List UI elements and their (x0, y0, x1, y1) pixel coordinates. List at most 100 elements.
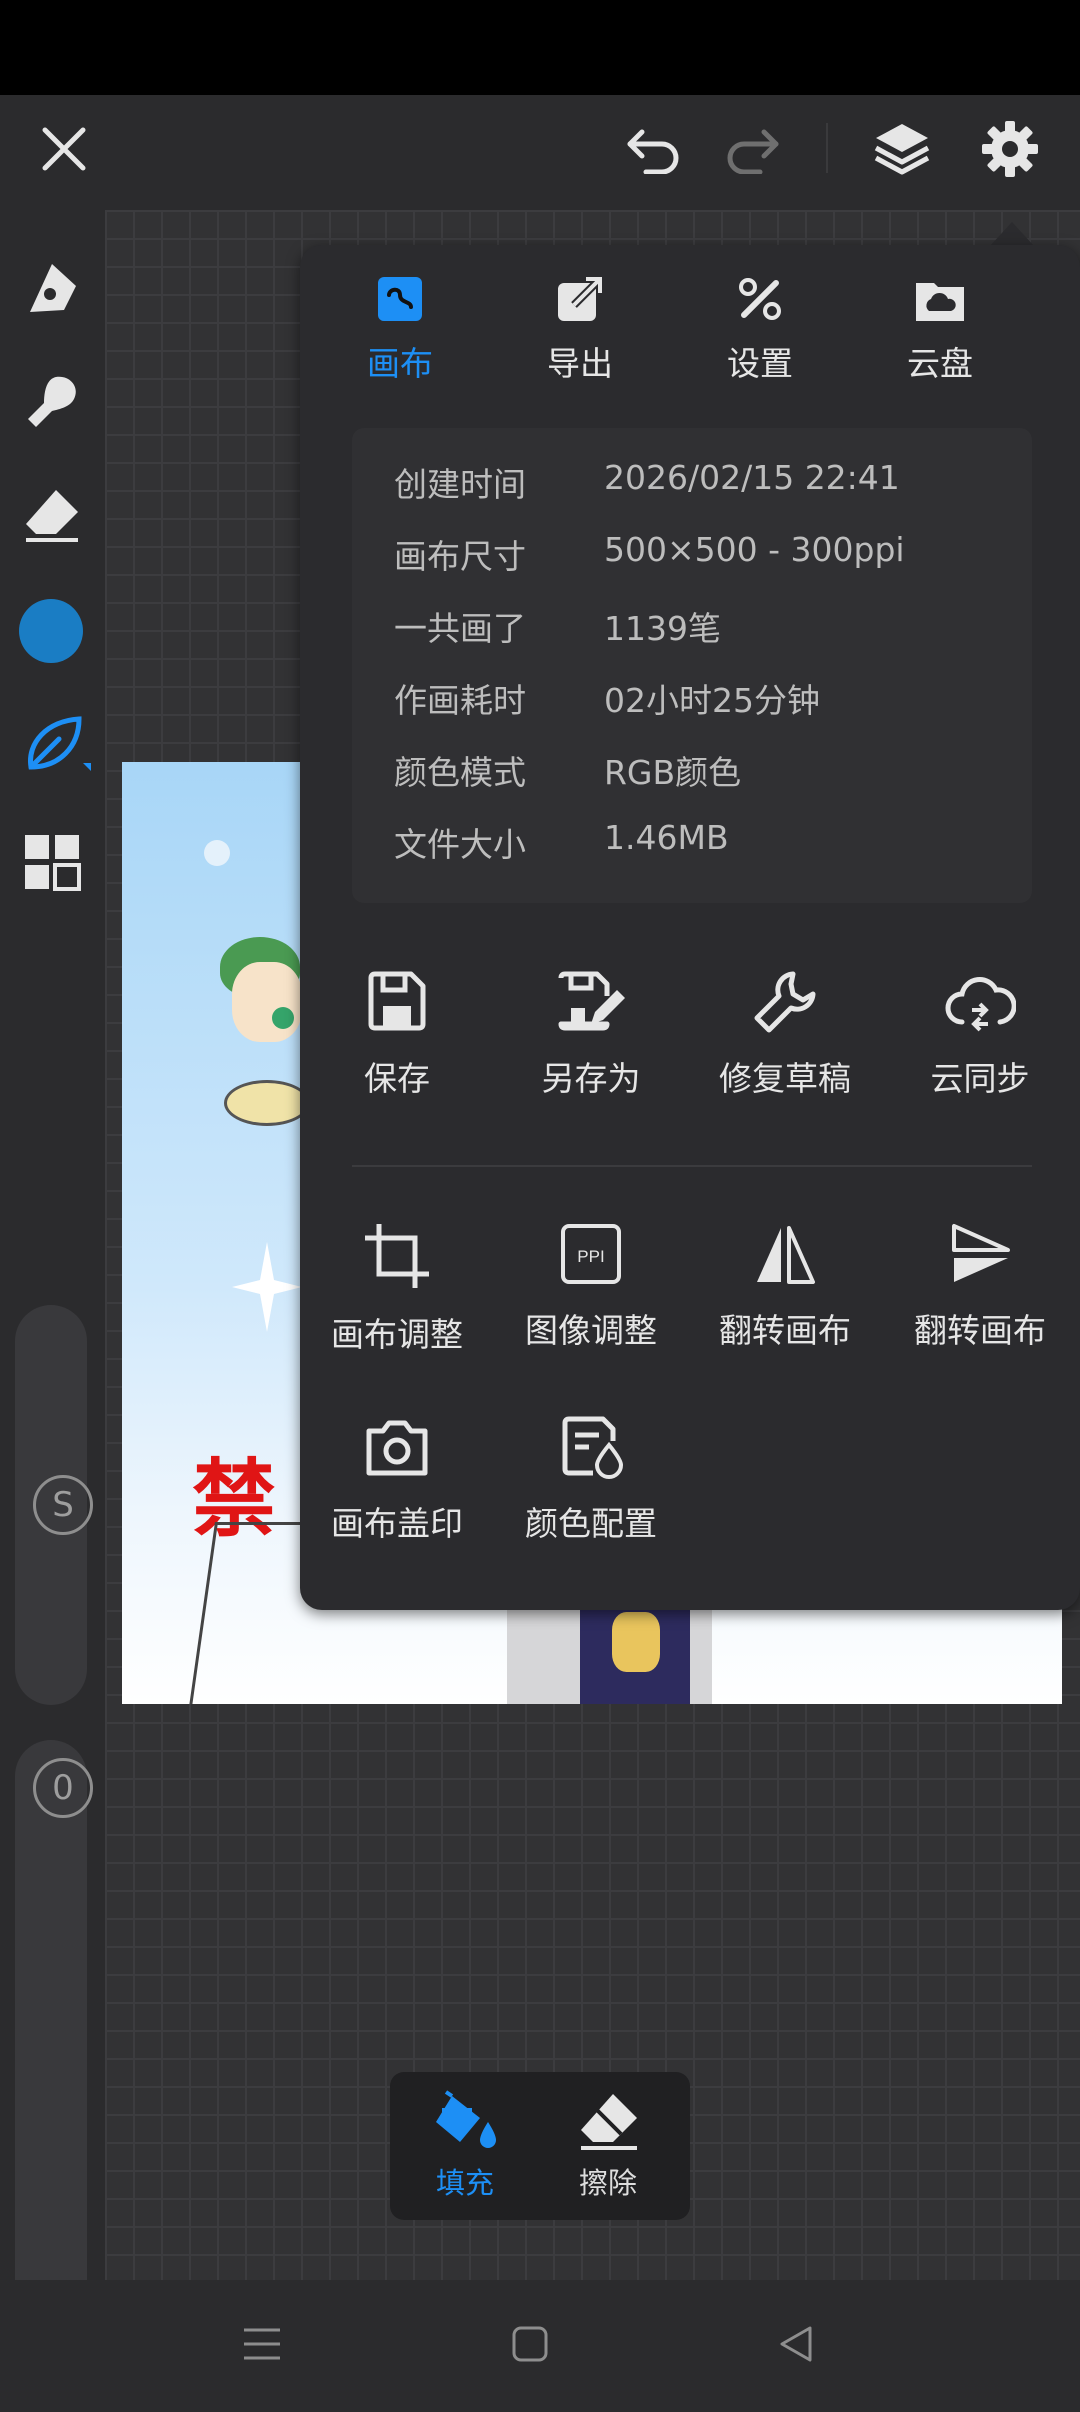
info-value: 1139笔 (604, 609, 721, 648)
toolbar-divider (826, 123, 828, 173)
save-button[interactable]: 保存 (302, 970, 492, 1120)
smudge-icon[interactable] (16, 365, 88, 437)
canvas-stamp-label: 画布盖印 (331, 1504, 463, 1543)
menu-icon[interactable] (232, 2314, 292, 2374)
sparkle-dot (204, 840, 230, 866)
flip-canvas-label: 翻转画布 (719, 1311, 851, 1350)
export-icon (558, 275, 604, 321)
tab-canvas-label: 画布 (367, 344, 433, 383)
cloud-folder-icon (916, 283, 964, 321)
redo-icon[interactable] (716, 117, 788, 181)
layers-icon[interactable] (866, 113, 938, 185)
color-profile-icon (562, 1416, 623, 1479)
flip-horizontal-icon (757, 1226, 815, 1284)
close-icon[interactable] (28, 113, 100, 185)
cloud-sync-button[interactable]: 云同步 (885, 970, 1075, 1120)
info-key: 颜色模式 (394, 753, 526, 792)
top-toolbar (0, 95, 1080, 210)
save-as-label: 另存为 (541, 1059, 641, 1098)
color-profile-label: 颜色配置 (525, 1504, 657, 1543)
character-face (232, 962, 302, 1042)
info-row: 文件大小 1.46MB (394, 800, 1034, 872)
canvas-adjust-button[interactable]: 画布调整 (302, 1222, 492, 1372)
sparkle-icon (232, 1242, 302, 1332)
wrench-icon (754, 971, 816, 1033)
ppi-icon: PPI (561, 1224, 621, 1284)
tab-settings-label: 设置 (727, 344, 793, 383)
info-key: 创建时间 (394, 465, 526, 504)
crop-icon (365, 1224, 429, 1288)
info-row: 画布尺寸 500×500 - 300ppi (394, 512, 1034, 584)
pen-icon[interactable] (16, 252, 88, 324)
canvas-icon (378, 277, 422, 321)
grid-icon[interactable] (16, 826, 88, 898)
info-value: 2026/02/15 22:41 (604, 458, 900, 497)
left-toolbar: S 0 (0, 210, 105, 2350)
info-value: RGB颜色 (604, 753, 742, 792)
brush-size-knob[interactable]: S (33, 1475, 93, 1535)
cloud-sync-label: 云同步 (930, 1059, 1030, 1098)
tab-export[interactable]: 导出 (500, 275, 660, 385)
color-swatch[interactable] (19, 599, 83, 663)
tab-cloud-drive[interactable]: 云盘 (860, 275, 1020, 385)
fill-button[interactable]: 填充 (395, 2090, 535, 2202)
tools-icon (739, 278, 781, 320)
menu-pointer (990, 222, 1034, 246)
tab-canvas[interactable]: 画布 (320, 275, 480, 385)
canvas-info-box: 创建时间 2026/02/15 22:41 画布尺寸 500×500 - 300pp… (352, 428, 1032, 903)
tab-cloud-drive-label: 云盘 (907, 344, 973, 383)
erase-label: 擦除 (578, 2166, 637, 2200)
flip-canvas-vertical-button[interactable]: 翻转画布 (885, 1222, 1075, 1372)
settings-icon[interactable] (974, 113, 1046, 185)
tab-settings[interactable]: 设置 (680, 275, 840, 385)
fill-bucket-icon (436, 2090, 496, 2148)
canvas-stamp-button[interactable]: 画布盖印 (302, 1415, 492, 1565)
repair-draft-button[interactable]: 修复草稿 (690, 970, 880, 1120)
back-icon[interactable] (766, 2314, 826, 2374)
image-adjust-button[interactable]: PPI 图像调整 (496, 1222, 686, 1372)
info-key: 文件大小 (394, 825, 526, 864)
system-nav-bar (0, 2280, 1080, 2412)
eraser-icon (581, 2094, 637, 2150)
character-hat (224, 1080, 310, 1126)
brush-size-slider[interactable]: S (15, 1305, 93, 1705)
erase-button[interactable]: 擦除 (538, 2090, 678, 2202)
color-profile-button[interactable]: 颜色配置 (496, 1415, 686, 1565)
save-as-icon (558, 971, 625, 1031)
character-eye (272, 1007, 294, 1029)
save-as-button[interactable]: 另存为 (496, 970, 686, 1120)
info-row: 创建时间 2026/02/15 22:41 (394, 440, 1034, 512)
brush-leaf-icon[interactable] (16, 708, 96, 780)
save-icon (368, 971, 426, 1031)
svg-text:PPI: PPI (577, 1247, 604, 1266)
canvas-adjust-label: 画布调整 (331, 1315, 463, 1354)
tab-export-label: 导出 (547, 344, 613, 383)
opacity-knob[interactable]: 0 (33, 1758, 93, 1818)
menu-divider (352, 1165, 1032, 1167)
character-hand (612, 1612, 660, 1672)
info-key: 一共画了 (394, 609, 526, 648)
info-row: 颜色模式 RGB颜色 (394, 728, 1034, 800)
info-value: 02小时25分钟 (604, 681, 820, 720)
info-value: 1.46MB (604, 818, 729, 857)
eraser-icon[interactable] (16, 478, 88, 550)
fill-label: 填充 (435, 2166, 494, 2200)
info-key: 画布尺寸 (394, 537, 526, 576)
info-key: 作画耗时 (394, 681, 526, 720)
save-label: 保存 (364, 1059, 430, 1098)
flip-vertical-icon (952, 1224, 1010, 1282)
undo-icon[interactable] (618, 117, 690, 181)
flip-canvas-horizontal-button[interactable]: 翻转画布 (690, 1222, 880, 1372)
info-value: 500×500 - 300ppi (604, 530, 905, 569)
flip-canvas-label: 翻转画布 (914, 1311, 1046, 1350)
home-icon[interactable] (500, 2314, 560, 2374)
cloud-sync-icon (945, 977, 1016, 1032)
status-bar (0, 0, 1080, 95)
fill-mode-popup: 填充 擦除 (390, 2072, 690, 2220)
camera-icon (366, 1420, 428, 1476)
info-row: 作画耗时 02小时25分钟 (394, 656, 1034, 728)
repair-draft-label: 修复草稿 (719, 1059, 851, 1098)
image-adjust-label: 图像调整 (525, 1311, 657, 1350)
info-row: 一共画了 1139笔 (394, 584, 1034, 656)
opacity-slider[interactable]: 0 (15, 1740, 93, 2350)
